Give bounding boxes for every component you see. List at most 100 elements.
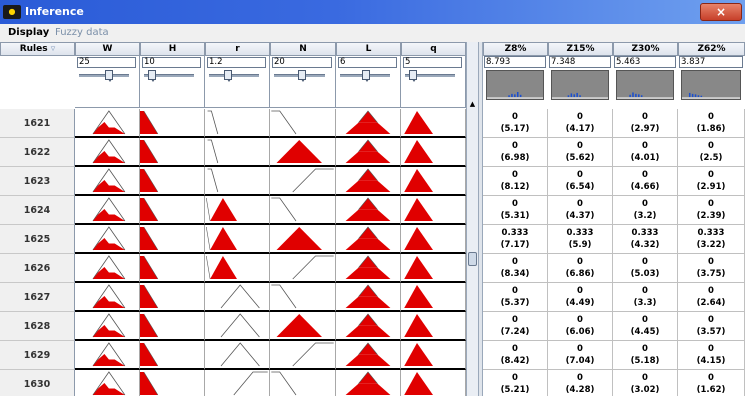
membership-cell-W[interactable] xyxy=(75,196,140,225)
membership-cell-r[interactable] xyxy=(205,167,270,196)
membership-cell-q[interactable] xyxy=(401,167,466,196)
slider-thumb-H[interactable] xyxy=(148,70,157,82)
column-header-q[interactable]: q xyxy=(401,42,466,56)
output-cell-Z30%[interactable]: 0.333 (4.32) xyxy=(613,225,678,254)
output-cell-Z8%[interactable]: 0 (8.34) xyxy=(483,254,548,283)
output-cell-Z30%[interactable]: 0 (4.66) xyxy=(613,167,678,196)
membership-cell-H[interactable] xyxy=(140,225,205,254)
scrollbar-thumb[interactable] xyxy=(468,252,477,266)
output-cell-Z15%[interactable]: 0 (4.37) xyxy=(548,196,613,225)
membership-cell-q[interactable] xyxy=(401,312,466,341)
membership-cell-q[interactable] xyxy=(401,196,466,225)
slider-thumb-r[interactable] xyxy=(224,70,233,82)
menu-display[interactable]: Display xyxy=(8,27,49,38)
output-cell-Z30%[interactable]: 0 (5.18) xyxy=(613,341,678,370)
membership-cell-W[interactable] xyxy=(75,109,140,138)
column-header-r[interactable]: r xyxy=(205,42,270,56)
slider-track-r[interactable] xyxy=(209,74,259,77)
rule-number[interactable]: 1625 xyxy=(0,225,75,254)
membership-cell-L[interactable] xyxy=(336,196,401,225)
output-cell-Z15%[interactable]: 0 (6.54) xyxy=(548,167,613,196)
membership-cell-r[interactable] xyxy=(205,254,270,283)
output-value-Z62%[interactable]: 3.837 xyxy=(679,56,743,68)
output-cell-Z62%[interactable]: 0 (2.39) xyxy=(678,196,745,225)
membership-cell-W[interactable] xyxy=(75,370,140,396)
membership-cell-H[interactable] xyxy=(140,341,205,370)
membership-cell-N[interactable] xyxy=(270,341,336,370)
input-value-N[interactable]: 20 xyxy=(272,57,332,68)
membership-cell-L[interactable] xyxy=(336,370,401,396)
membership-cell-H[interactable] xyxy=(140,312,205,341)
rule-number[interactable]: 1624 xyxy=(0,196,75,225)
rule-number[interactable]: 1621 xyxy=(0,109,75,138)
output-cell-Z8%[interactable]: 0 (8.12) xyxy=(483,167,548,196)
input-value-q[interactable]: 5 xyxy=(403,57,462,68)
membership-cell-r[interactable] xyxy=(205,138,270,167)
output-cell-Z30%[interactable]: 0 (4.01) xyxy=(613,138,678,167)
membership-cell-W[interactable] xyxy=(75,341,140,370)
output-value-Z30%[interactable]: 5.463 xyxy=(614,56,676,68)
membership-cell-N[interactable] xyxy=(270,167,336,196)
membership-cell-q[interactable] xyxy=(401,370,466,396)
output-cell-Z15%[interactable]: 0 (4.17) xyxy=(548,109,613,138)
membership-cell-N[interactable] xyxy=(270,283,336,312)
membership-cell-L[interactable] xyxy=(336,283,401,312)
membership-cell-L[interactable] xyxy=(336,109,401,138)
membership-cell-H[interactable] xyxy=(140,254,205,283)
membership-cell-q[interactable] xyxy=(401,254,466,283)
output-cell-Z15%[interactable]: 0 (5.62) xyxy=(548,138,613,167)
output-cell-Z8%[interactable]: 0 (5.17) xyxy=(483,109,548,138)
membership-cell-r[interactable] xyxy=(205,283,270,312)
slider-thumb-L[interactable] xyxy=(361,70,370,82)
membership-cell-N[interactable] xyxy=(270,138,336,167)
membership-cell-L[interactable] xyxy=(336,341,401,370)
slider-thumb-N[interactable] xyxy=(298,70,307,82)
input-value-r[interactable]: 1.2 xyxy=(207,57,266,68)
output-cell-Z15%[interactable]: 0 (7.04) xyxy=(548,341,613,370)
membership-cell-W[interactable] xyxy=(75,283,140,312)
rule-number[interactable]: 1622 xyxy=(0,138,75,167)
membership-cell-N[interactable] xyxy=(270,225,336,254)
membership-cell-q[interactable] xyxy=(401,138,466,167)
membership-cell-W[interactable] xyxy=(75,138,140,167)
membership-cell-H[interactable] xyxy=(140,196,205,225)
rule-number[interactable]: 1626 xyxy=(0,254,75,283)
membership-cell-r[interactable] xyxy=(205,312,270,341)
close-button[interactable]: × xyxy=(700,3,742,21)
output-cell-Z8%[interactable]: 0 (5.21) xyxy=(483,370,548,396)
membership-cell-r[interactable] xyxy=(205,109,270,138)
membership-cell-q[interactable] xyxy=(401,109,466,138)
rule-number[interactable]: 1629 xyxy=(0,341,75,370)
output-cell-Z15%[interactable]: 0 (4.49) xyxy=(548,283,613,312)
output-cell-Z62%[interactable]: 0 (2.64) xyxy=(678,283,745,312)
output-cell-Z62%[interactable]: 0 (1.86) xyxy=(678,109,745,138)
membership-cell-r[interactable] xyxy=(205,196,270,225)
vertical-scrollbar[interactable]: ▲ xyxy=(466,42,478,396)
output-cell-Z15%[interactable]: 0 (6.86) xyxy=(548,254,613,283)
column-header-L[interactable]: L xyxy=(336,42,401,56)
rule-number[interactable]: 1623 xyxy=(0,167,75,196)
membership-cell-L[interactable] xyxy=(336,312,401,341)
output-value-Z15%[interactable]: 7.348 xyxy=(549,56,611,68)
membership-cell-H[interactable] xyxy=(140,109,205,138)
output-cell-Z62%[interactable]: 0 (4.15) xyxy=(678,341,745,370)
membership-cell-W[interactable] xyxy=(75,225,140,254)
slider-thumb-W[interactable] xyxy=(104,70,113,82)
input-value-W[interactable]: 25 xyxy=(77,57,136,68)
column-header-N[interactable]: N xyxy=(270,42,336,56)
column-header-H[interactable]: H xyxy=(140,42,205,56)
output-cell-Z30%[interactable]: 0 (3.3) xyxy=(613,283,678,312)
output-cell-Z62%[interactable]: 0 (3.57) xyxy=(678,312,745,341)
output-cell-Z15%[interactable]: 0 (6.06) xyxy=(548,312,613,341)
output-cell-Z30%[interactable]: 0 (5.03) xyxy=(613,254,678,283)
membership-cell-N[interactable] xyxy=(270,312,336,341)
membership-cell-q[interactable] xyxy=(401,283,466,312)
output-header-Z30%[interactable]: Z30% xyxy=(613,42,678,56)
rule-number[interactable]: 1630 xyxy=(0,370,75,396)
output-cell-Z62%[interactable]: 0 (2.5) xyxy=(678,138,745,167)
scroll-up-icon[interactable]: ▲ xyxy=(468,100,477,108)
rule-number[interactable]: 1628 xyxy=(0,312,75,341)
input-value-L[interactable]: 6 xyxy=(338,57,397,68)
output-cell-Z8%[interactable]: 0 (8.42) xyxy=(483,341,548,370)
membership-cell-r[interactable] xyxy=(205,341,270,370)
